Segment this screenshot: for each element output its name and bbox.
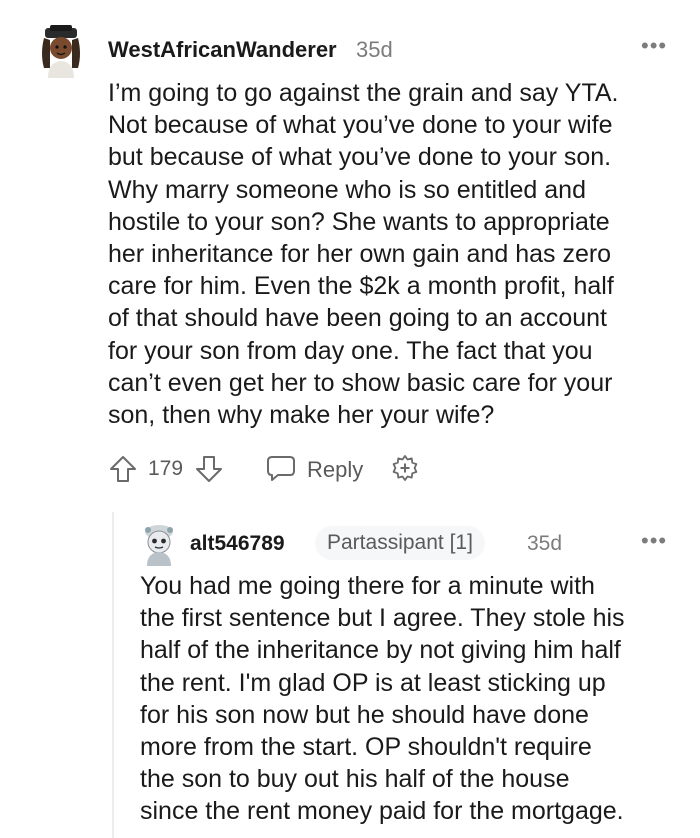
reply-age: 35d — [527, 532, 563, 555]
reply-body: You had me going there for a minute with… — [140, 570, 680, 828]
vote-score: 179 — [148, 457, 184, 480]
user-avatar[interactable] — [36, 24, 86, 78]
comment-actions: 179 Reply — [108, 452, 508, 488]
reply-line: the rent. I'm glad OP is at least sticki… — [140, 668, 606, 697]
comment-line: Not because of what you’ve done to your … — [108, 111, 613, 140]
comment-body: I’m going to go against the grain and sa… — [108, 77, 678, 431]
comment-line: of that should have been going to an acc… — [108, 304, 607, 333]
speech-bubble-icon — [267, 456, 295, 481]
comment-line: son, then why make her your wife? — [108, 401, 495, 430]
comment-line: for your son from day one. The fact that… — [108, 336, 593, 365]
reply-line: since the rent money paid for the mortga… — [140, 797, 624, 826]
reply-line: You had me going there for a minute with — [140, 572, 595, 600]
reply-comment: alt546789 Partassipant [1] 35d ••• You h… — [0, 510, 700, 838]
downvote-arrow-icon[interactable] — [194, 454, 224, 484]
reply-username[interactable]: alt546789 — [190, 532, 285, 556]
comment-line: can’t even get her to show basic care fo… — [108, 368, 613, 397]
upvote-arrow-icon[interactable] — [108, 454, 138, 484]
reply-button[interactable]: Reply — [266, 452, 376, 486]
reply-line: for his son now but he should have done — [140, 700, 589, 729]
comment-username[interactable]: WestAfricanWanderer — [108, 37, 337, 63]
reply-line: half of the inheritance by not giving hi… — [140, 636, 621, 665]
reply-line: more from the start. OP shouldn't requir… — [140, 733, 592, 762]
more-options-icon[interactable]: ••• — [641, 528, 667, 554]
more-options-icon[interactable]: ••• — [641, 33, 667, 59]
reply-label: Reply — [307, 457, 364, 482]
comment-line: hostile to your son? She wants to approp… — [108, 207, 610, 236]
user-avatar[interactable] — [140, 522, 178, 566]
user-flair: Partassipant [1] — [315, 526, 485, 560]
comment: WestAfricanWanderer 35d ••• I’m going to… — [0, 0, 700, 510]
comment-age: 35d — [356, 37, 393, 62]
comment-line: but because of what you’ve done to your … — [108, 143, 612, 172]
reply-line: the first sentence but I agree. They sto… — [140, 604, 625, 633]
reply-line: the son to buy out his half of the house — [140, 765, 570, 794]
comment-line: care for him. Even the $2k a month profi… — [108, 272, 614, 301]
comment-line: her inheritance for her own gain and has… — [108, 240, 612, 269]
award-plus-icon[interactable] — [390, 454, 420, 484]
comment-line: I’m going to go against the grain and sa… — [108, 79, 619, 107]
comment-line: Why marry someone who is so entitled and — [108, 175, 586, 204]
